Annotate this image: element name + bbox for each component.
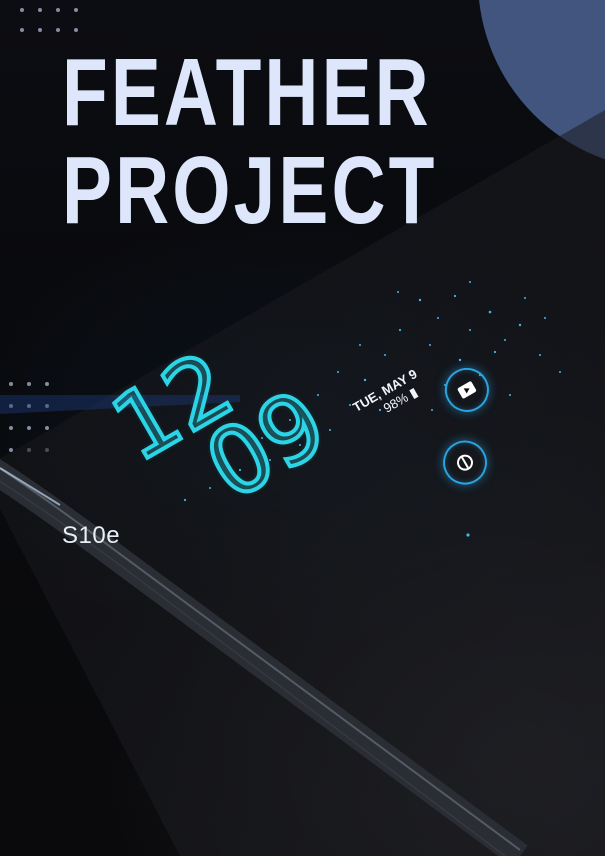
poster-title: FEATHER PROJECT	[62, 44, 438, 240]
status-info: TUE, MAY 9 98% ▮	[350, 366, 428, 429]
device-model-label: S10e	[62, 522, 121, 549]
title-line-1: FEATHER	[62, 39, 432, 146]
poster: FEATHER PROJECT 12 09 TUE, MAY 9 98% ▮ S…	[0, 0, 605, 856]
title-line-2: PROJECT	[62, 137, 438, 244]
video-play-icon	[457, 381, 477, 399]
circle-slash-icon	[457, 454, 474, 471]
